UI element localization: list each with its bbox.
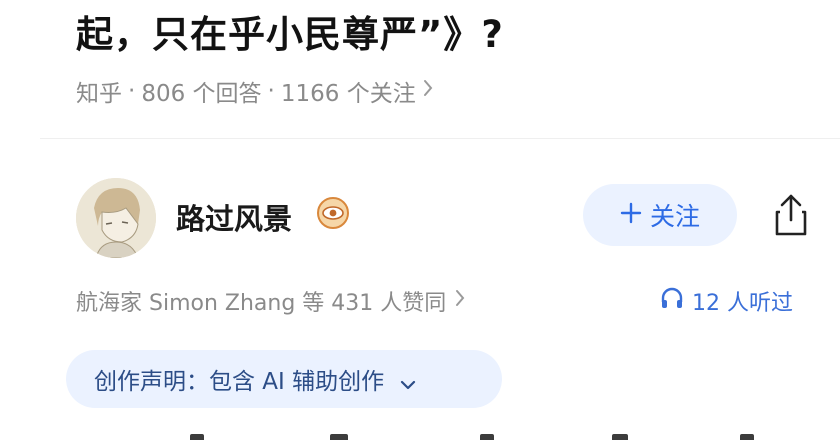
meta-separator: · [267,78,275,104]
eye-badge-icon [316,196,350,230]
listen-count[interactable]: 12 人听过 [660,285,793,317]
chevron-right-icon [422,78,434,104]
endorsement-text: 航海家 Simon Zhang 等 431 人赞同 [76,291,447,316]
meta-separator: · [128,78,136,104]
question-meta[interactable]: 知乎 · 806 个回答 · 1166 个关注 [76,74,434,108]
answer-count: 806 个回答 [141,81,262,107]
follow-button-label: 关注 [649,203,700,231]
creation-declaration[interactable]: 创作声明：包含 AI 辅助创作 [66,350,502,408]
section-divider [40,138,840,139]
follower-count: 1166 个关注 [280,81,416,107]
answer-page: 起，只在乎小民尊严”》? 知乎 · 806 个回答 · 1166 个关注 路过风… [0,0,840,440]
share-icon[interactable] [770,192,812,238]
question-source: 知乎 [76,81,122,107]
author-avatar[interactable] [76,178,156,258]
listen-count-text: 12 人听过 [692,291,793,316]
question-title[interactable]: 起，只在乎小民尊严”》? [76,4,504,58]
follow-button[interactable]: 关注 [583,184,737,246]
headphones-icon [660,287,684,315]
author-name[interactable]: 路过风景 [176,196,292,238]
chevron-down-icon [398,372,418,390]
chevron-right-icon [454,288,466,314]
answer-body-cutoff [0,428,840,440]
plus-icon [620,200,642,230]
endorsement-summary[interactable]: 航海家 Simon Zhang 等 431 人赞同 [76,285,466,317]
declaration-text: 创作声明：包含 AI 辅助创作 [94,369,385,395]
